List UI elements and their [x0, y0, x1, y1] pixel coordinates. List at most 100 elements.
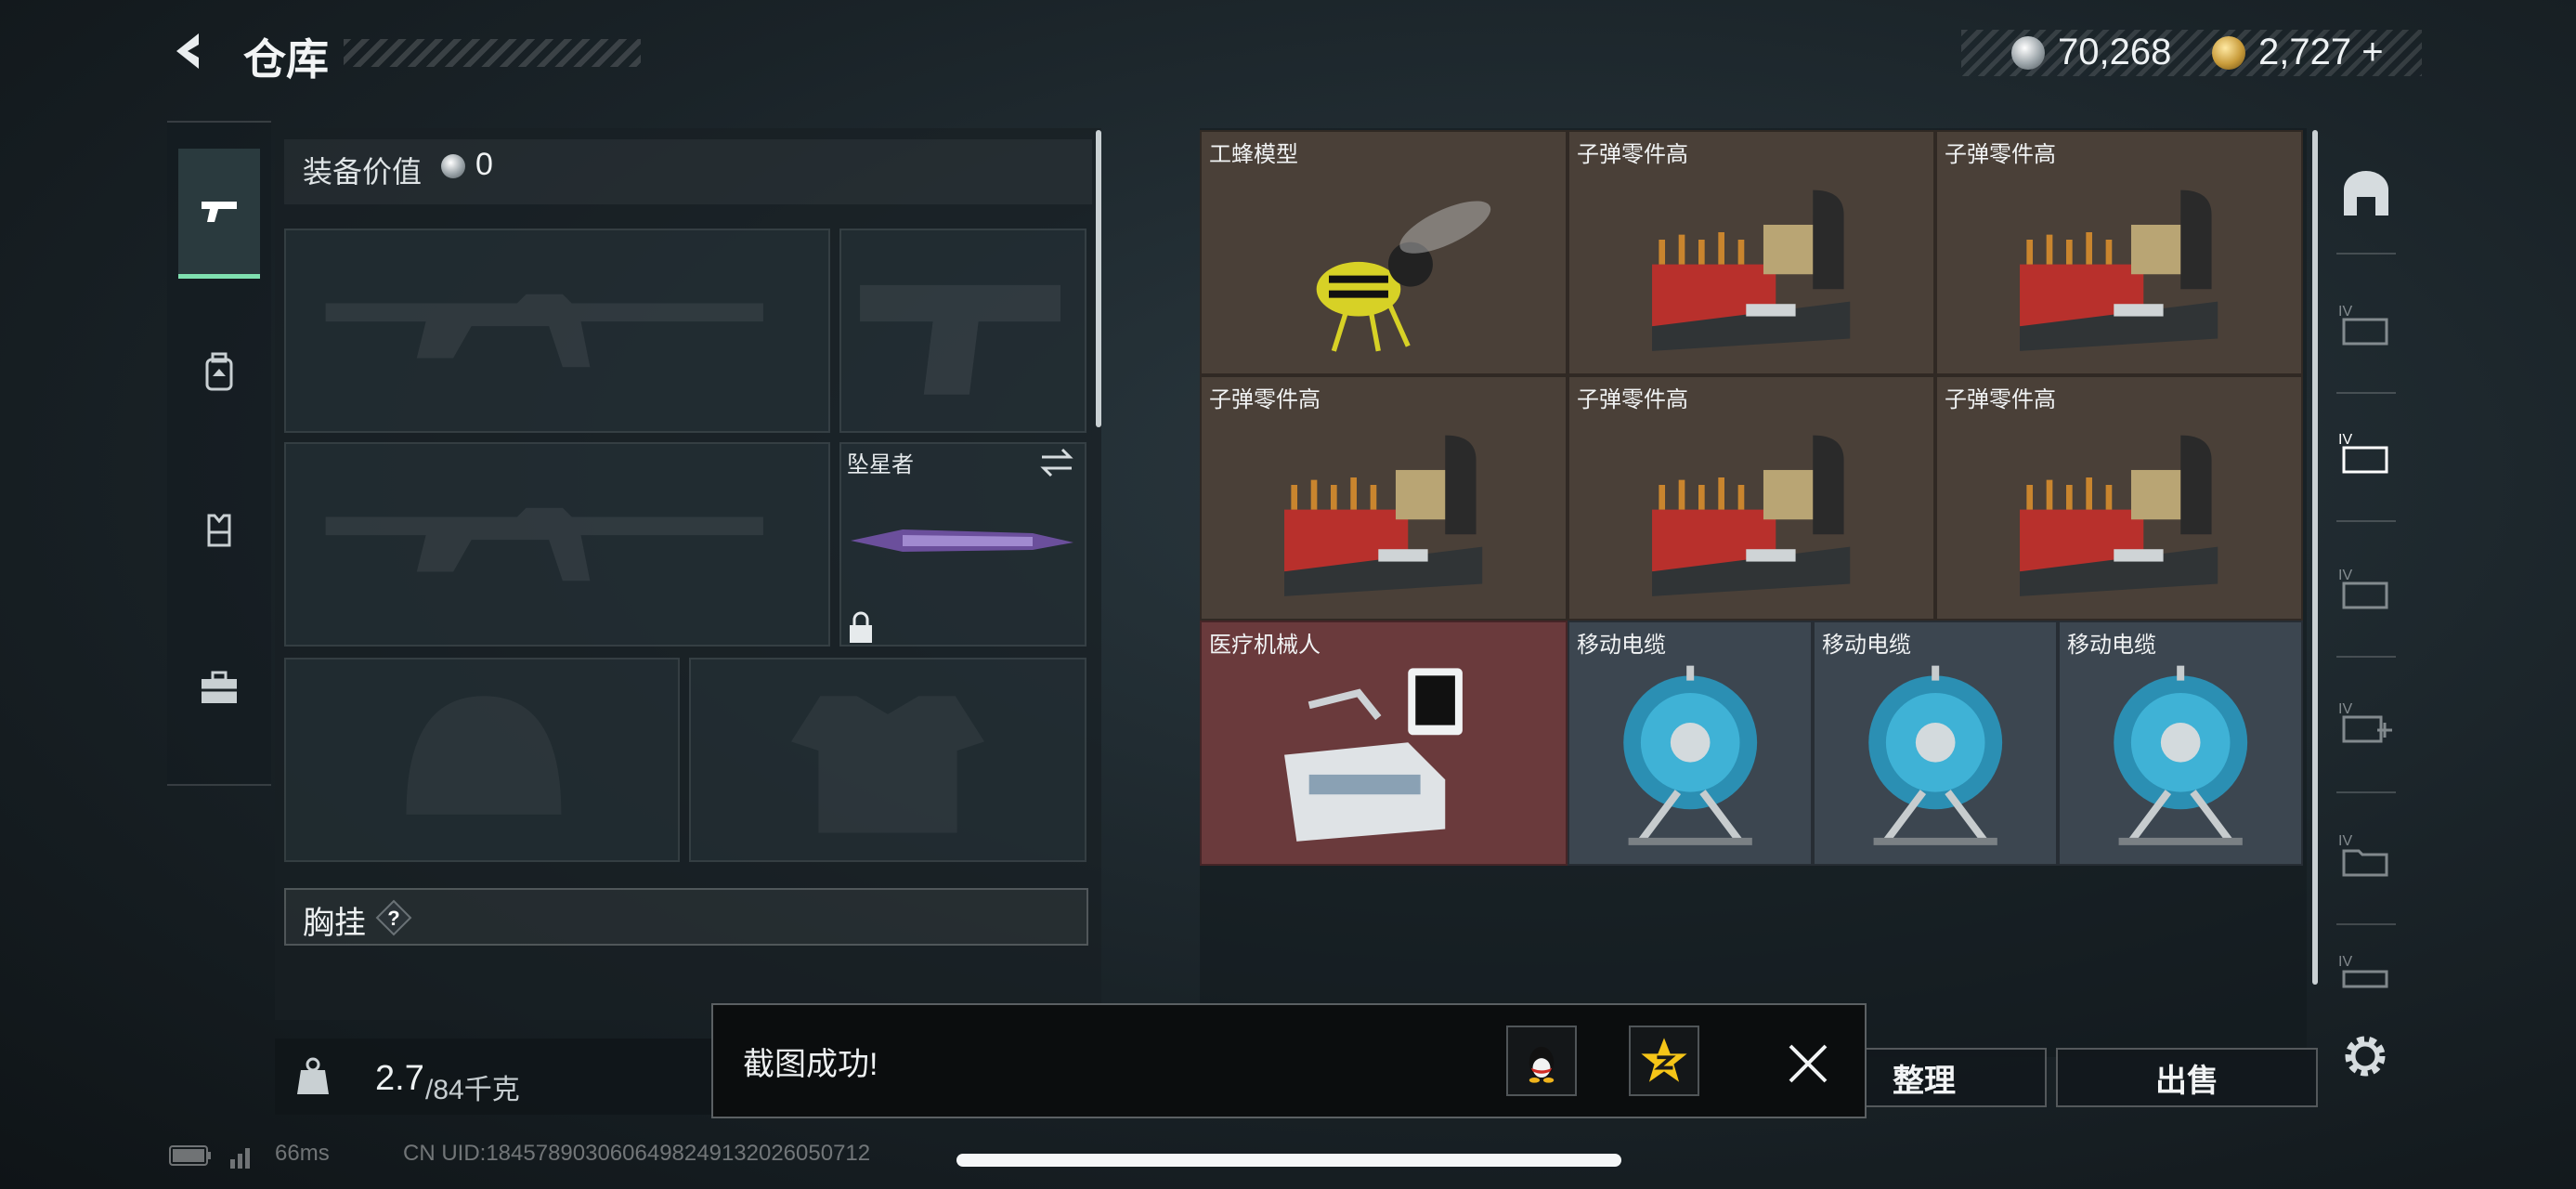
storage-tab-2[interactable]: IV	[2329, 416, 2403, 490]
right-nav-divider	[2336, 253, 2396, 255]
pistol-silhouette-icon	[860, 284, 1061, 395]
rifle-silhouette-icon	[325, 294, 763, 368]
safe-icon	[2344, 171, 2388, 216]
folder-storage-icon: IV	[2338, 833, 2388, 877]
storage-item-label: 移动电缆	[1822, 633, 1911, 658]
toast-message: 截图成功!	[743, 1047, 878, 1082]
gold-amount[interactable]: 2,727 +	[2258, 32, 2384, 73]
storage-page-1-icon: IV	[2338, 304, 2388, 346]
ammo-parts-icon	[1652, 436, 1851, 597]
pistol-icon	[202, 201, 237, 222]
storage-item[interactable]: 移动电缆	[2058, 621, 2303, 866]
settings-gear-icon[interactable]	[2338, 1029, 2392, 1083]
storage-item-label: 子弹零件高	[1577, 387, 1688, 412]
storage-tab-6[interactable]: IV	[2329, 947, 2403, 994]
storage-tab-5[interactable]: IV	[2329, 817, 2403, 892]
title-decoration	[344, 39, 641, 67]
sell-button[interactable]: 出售	[2056, 1048, 2318, 1107]
equipment-value: 0	[475, 147, 493, 182]
chest-rig-label: 胸挂	[303, 906, 366, 941]
add-gold-icon[interactable]: +	[2361, 32, 2383, 72]
page-title: 仓库	[243, 35, 329, 84]
melee-item-name: 坠星者	[847, 452, 914, 477]
storage-item-label: 医疗机械人	[1209, 633, 1321, 658]
storage-scrollbar[interactable]	[2312, 130, 2318, 985]
backpack-icon	[205, 352, 233, 391]
qq-penguin-icon	[1529, 1046, 1555, 1083]
ammo-parts-icon	[1652, 190, 1851, 352]
armor-slot[interactable]	[689, 658, 1086, 862]
right-nav-divider	[2336, 392, 2396, 394]
sidearm-slot[interactable]	[839, 229, 1086, 433]
svg-text:IV: IV	[2338, 701, 2352, 717]
share-qq-button[interactable]	[1506, 1026, 1577, 1096]
storage-page-2-icon: IV	[2338, 432, 2388, 474]
svg-text:IV: IV	[2338, 954, 2352, 970]
gold-coin-icon	[2212, 36, 2245, 70]
storage-item[interactable]: 子弹零件高	[1935, 130, 2303, 375]
svg-text:IV: IV	[2338, 432, 2352, 448]
storage-item[interactable]: 子弹零件高	[1568, 130, 1935, 375]
equipment-value-label: 装备价值	[303, 155, 423, 189]
storage-item-label: 工蜂模型	[1209, 142, 1298, 167]
nav-weapons[interactable]	[178, 149, 260, 279]
share-qzone-button[interactable]	[1629, 1026, 1699, 1096]
storage-item[interactable]: 工蜂模型	[1200, 130, 1568, 375]
right-nav-divider	[2336, 520, 2396, 522]
svg-text:IV: IV	[2338, 833, 2352, 849]
medical-storage-icon: IV	[2338, 701, 2392, 743]
storage-item[interactable]: 医疗机械人	[1200, 621, 1568, 866]
storage-item-label: 子弹零件高	[1945, 387, 2056, 412]
equipment-scrollbar[interactable]	[1096, 130, 1101, 427]
vest-icon	[207, 514, 231, 547]
storage-item-label: 移动电缆	[1577, 633, 1666, 658]
close-icon[interactable]	[1783, 1039, 1833, 1089]
right-nav-divider	[2336, 656, 2396, 658]
nav-backpack[interactable]	[178, 307, 260, 437]
qzone-star-icon	[1641, 1038, 1687, 1082]
help-icon[interactable]: ?	[373, 897, 414, 938]
lock-icon	[850, 611, 872, 643]
storage-tab-4[interactable]: IV	[2329, 686, 2403, 760]
weight-current: 2.7	[375, 1059, 424, 1098]
vehicle-storage-icon: IV	[2338, 954, 2388, 988]
storage-item-label: 子弹零件高	[1577, 142, 1688, 167]
right-nav-divider	[2336, 923, 2396, 925]
uid-text: CN UID:1845789030606498249132026050712	[403, 1141, 871, 1166]
silver-coin-icon	[441, 154, 465, 178]
weight-icon	[297, 1057, 329, 1094]
storage-item-label: 子弹零件高	[1209, 387, 1321, 412]
ammo-parts-icon	[2020, 436, 2218, 597]
helmet-silhouette-icon	[406, 696, 562, 815]
ping-text: 66ms	[275, 1141, 330, 1166]
cable-reel-icon	[2114, 666, 2247, 846]
right-nav-divider	[2336, 791, 2396, 793]
armor-silhouette-icon	[790, 696, 985, 833]
nav-case[interactable]	[178, 622, 260, 752]
storage-tab-3[interactable]: IV	[2329, 552, 2403, 626]
secondary-weapon-slot[interactable]	[284, 442, 830, 647]
cable-reel-icon	[1623, 666, 1757, 846]
silver-amount: 70,268	[2058, 32, 2172, 72]
battery-icon	[169, 1145, 211, 1166]
signal-icon	[230, 1148, 250, 1169]
home-indicator[interactable]	[956, 1154, 1621, 1167]
storage-item[interactable]: 移动电缆	[1568, 621, 1813, 866]
storage-item[interactable]: 子弹零件高	[1568, 375, 1935, 621]
storage-item-label: 移动电缆	[2067, 633, 2156, 658]
storage-tab-1[interactable]: IV	[2329, 288, 2403, 362]
storage-item[interactable]: 子弹零件高	[1200, 375, 1568, 621]
helmet-slot[interactable]	[284, 658, 680, 862]
back-arrow-icon[interactable]	[167, 28, 214, 74]
case-icon	[202, 671, 237, 703]
star-falls-knife-icon	[851, 529, 1073, 552]
ammo-parts-icon	[1284, 436, 1483, 597]
primary-weapon-slot[interactable]	[284, 229, 830, 433]
silver-coin-icon	[2011, 36, 2045, 70]
storage-item[interactable]: 子弹零件高	[1935, 375, 2303, 621]
storage-tab-main[interactable]	[2329, 160, 2403, 234]
nav-vest[interactable]	[178, 464, 260, 594]
storage-item[interactable]: 移动电缆	[1813, 621, 2058, 866]
swap-icon[interactable]	[1038, 446, 1075, 479]
weight-max: /84千克	[425, 1075, 520, 1105]
